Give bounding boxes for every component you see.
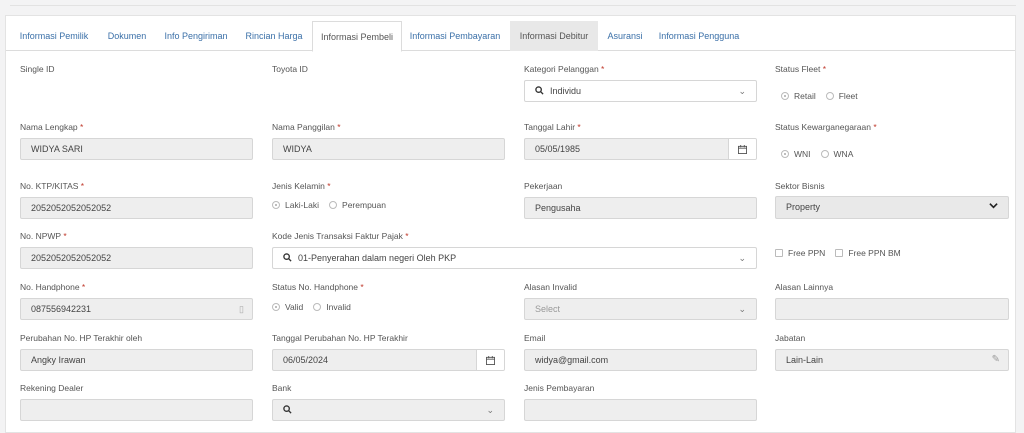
- tab-informasi-debitur[interactable]: Informasi Debitur: [510, 21, 598, 51]
- tab-dokumen[interactable]: Dokumen: [98, 21, 156, 51]
- search-icon: [283, 249, 292, 268]
- kewarganegaraan-radio-group: WNI WNA: [781, 149, 863, 159]
- email-field[interactable]: widya@gmail.com: [524, 349, 757, 371]
- tab-informasi-pemilik[interactable]: Informasi Pemilik: [12, 21, 96, 51]
- chevron-down-icon: ⌄: [738, 253, 746, 263]
- no-handphone-field[interactable]: 087556942231 ▯: [20, 298, 253, 320]
- kode-jenis-transaksi-select[interactable]: 01-Penyerahan dalam negeri Oleh PKP ⌄: [272, 247, 757, 269]
- radio-wni[interactable]: WNI: [781, 149, 811, 159]
- checkbox-free-ppn-bm[interactable]: Free PPN BM: [835, 248, 901, 258]
- kategori-pelanggan-select[interactable]: Individu ⌄: [524, 80, 757, 102]
- single-id-label: Single ID: [20, 64, 55, 74]
- radio-invalid[interactable]: Invalid: [313, 302, 351, 312]
- radio-laki-laki[interactable]: Laki-Laki: [272, 200, 319, 210]
- chevron-down-icon: [989, 197, 998, 217]
- rekening-dealer-label: Rekening Dealer: [20, 383, 84, 393]
- jenis-pembayaran-field[interactable]: [524, 399, 757, 421]
- tab-informasi-pembayaran[interactable]: Informasi Pembayaran: [404, 21, 506, 51]
- top-divider: [10, 5, 1016, 6]
- perubahan-hp-oleh-field[interactable]: Angky Irawan: [20, 349, 253, 371]
- tanggal-perubahan-hp-field[interactable]: 06/05/2024: [272, 349, 505, 371]
- alasan-invalid-select[interactable]: Select ⌄: [524, 298, 757, 320]
- jabatan-label: Jabatan: [775, 333, 806, 343]
- no-npwp-label: No. NPWP *: [20, 231, 67, 241]
- tab-info-pengiriman[interactable]: Info Pengiriman: [156, 21, 236, 51]
- sektor-bisnis-select[interactable]: Property: [775, 196, 1009, 219]
- status-kewarganegaraan-label: Status Kewarganegaraan *: [775, 122, 877, 132]
- tab-informasi-pengguna[interactable]: Informasi Pengguna: [652, 21, 746, 51]
- kode-jenis-transaksi-label: Kode Jenis Transaksi Faktur Pajak *: [272, 231, 409, 241]
- chevron-down-icon: ⌄: [486, 405, 494, 415]
- bank-select[interactable]: ⌄: [272, 399, 505, 421]
- pekerjaan-field[interactable]: Pengusaha: [524, 197, 757, 219]
- nama-lengkap-label: Nama Lengkap *: [20, 122, 84, 132]
- radio-retail[interactable]: Retail: [781, 91, 816, 101]
- rekening-dealer-field[interactable]: [20, 399, 253, 421]
- radio-wna[interactable]: WNA: [820, 149, 853, 159]
- no-ktp-label: No. KTP/KITAS *: [20, 181, 85, 191]
- jenis-kelamin-label: Jenis Kelamin *: [272, 181, 331, 191]
- radio-perempuan[interactable]: Perempuan: [329, 200, 386, 210]
- radio-valid[interactable]: Valid: [272, 302, 303, 312]
- nama-panggilan-field[interactable]: WIDYA: [272, 138, 505, 160]
- alasan-lainnya-field[interactable]: [775, 298, 1009, 320]
- perubahan-hp-oleh-label: Perubahan No. HP Terakhir oleh: [20, 333, 143, 343]
- status-no-handphone-label: Status No. Handphone *: [272, 282, 364, 292]
- search-icon: [283, 401, 292, 420]
- search-icon: [535, 82, 544, 101]
- kategori-pelanggan-label: Kategori Pelanggan *: [524, 64, 605, 74]
- calendar-icon[interactable]: [476, 350, 504, 370]
- sektor-bisnis-label: Sektor Bisnis: [775, 181, 825, 191]
- nama-lengkap-field[interactable]: WIDYA SARI: [20, 138, 253, 160]
- radio-fleet[interactable]: Fleet: [825, 91, 858, 101]
- alasan-lainnya-label: Alasan Lainnya: [775, 282, 834, 292]
- jenis-pembayaran-label: Jenis Pembayaran: [524, 383, 595, 393]
- tab-rincian-harga[interactable]: Rincian Harga: [238, 21, 310, 51]
- status-handphone-radio-group: Valid Invalid: [272, 302, 361, 312]
- buyer-info-panel: Informasi Pemilik Dokumen Info Pengirima…: [5, 15, 1016, 433]
- status-fleet-radio-group: Retail Fleet: [781, 91, 868, 101]
- tab-asuransi[interactable]: Asuransi: [600, 21, 650, 51]
- nama-panggilan-label: Nama Panggilan *: [272, 122, 341, 132]
- pekerjaan-label: Pekerjaan: [524, 181, 563, 191]
- checkbox-free-ppn[interactable]: Free PPN: [775, 248, 825, 258]
- bank-label: Bank: [272, 383, 292, 393]
- tab-informasi-pembeli[interactable]: Informasi Pembeli: [312, 21, 402, 52]
- tab-bar: Informasi Pemilik Dokumen Info Pengirima…: [6, 21, 1015, 52]
- jenis-kelamin-radio-group: Laki-Laki Perempuan: [272, 200, 396, 210]
- status-fleet-label: Status Fleet *: [775, 64, 827, 74]
- email-label: Email: [524, 333, 546, 343]
- free-ppn-checkboxes: Free PPN Free PPN BM: [775, 248, 911, 258]
- no-npwp-field[interactable]: 2052052052052052: [20, 247, 253, 269]
- no-ktp-field[interactable]: 2052052052052052: [20, 197, 253, 219]
- chevron-down-icon: ⌄: [738, 86, 746, 96]
- pencil-icon[interactable]: ✎: [992, 350, 1000, 370]
- tanggal-lahir-field[interactable]: 05/05/1985: [524, 138, 757, 160]
- no-handphone-label: No. Handphone *: [20, 282, 86, 292]
- jabatan-field[interactable]: Lain-Lain ✎: [775, 349, 1009, 371]
- tanggal-lahir-label: Tanggal Lahir *: [524, 122, 581, 132]
- tanggal-perubahan-hp-label: Tanggal Perubahan No. HP Terakhir: [272, 333, 408, 343]
- chevron-down-icon: ⌄: [738, 304, 746, 314]
- toyota-id-label: Toyota ID: [272, 64, 308, 74]
- calendar-icon[interactable]: [728, 139, 756, 159]
- phone-icon: ▯: [239, 304, 244, 314]
- alasan-invalid-label: Alasan Invalid: [524, 282, 577, 292]
